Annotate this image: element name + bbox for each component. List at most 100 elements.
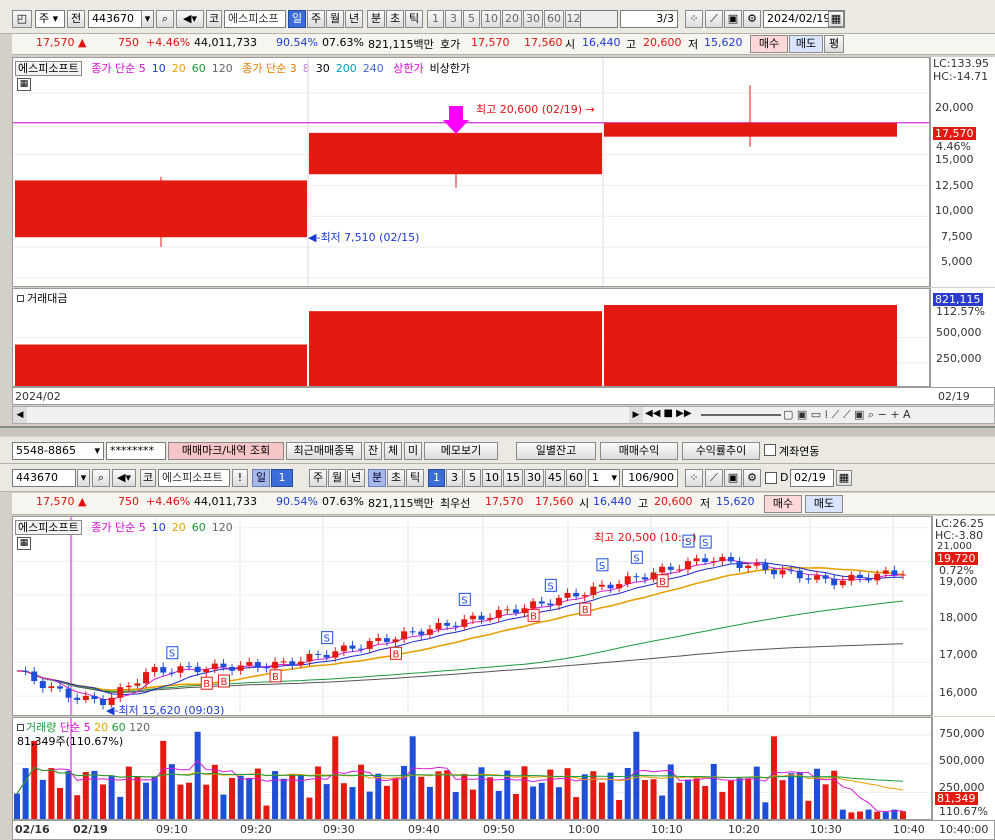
interval-45-2[interactable]: 45 (545, 469, 565, 487)
gear-icon-2[interactable]: ⚙ (743, 469, 761, 487)
interval-n-input[interactable]: 1 ▾ (588, 469, 620, 487)
return-trend-button[interactable]: 수익률추이 (682, 442, 760, 460)
interval-10[interactable]: 10 (481, 10, 501, 28)
top-hc-label: HC:-14.71 (933, 70, 989, 83)
search-icon[interactable]: ⌕ (156, 10, 174, 28)
volume-bar (762, 802, 769, 819)
search-icon-2[interactable]: ⌕ (92, 469, 110, 487)
period-minute[interactable]: 분 (367, 10, 385, 28)
bottom-xaxis: 02/16 02/19 09:10 09:20 09:30 09:40 09:5… (12, 820, 995, 840)
save-icon-2[interactable]: ▣ (724, 469, 742, 487)
top-amount-pane[interactable]: 거래대금 (12, 288, 930, 387)
interval-30[interactable]: 30 (523, 10, 543, 28)
change-percent-2: +4.46% (146, 495, 191, 508)
interval-1[interactable]: 1 (427, 10, 444, 28)
gear-icon[interactable]: ⚙ (743, 10, 761, 28)
d-checkbox[interactable] (765, 472, 777, 484)
trade-amount: 821,115백만 (368, 38, 434, 51)
interval-1-2[interactable]: 1 (428, 469, 445, 487)
volume-bar (796, 772, 803, 819)
calendar-icon-2[interactable]: ▦ (836, 470, 852, 486)
period-month[interactable]: 월 (326, 10, 344, 28)
top-scroll-bar[interactable]: ◀ ▶ ◀◀ ■ ▶▶ ▢ ▣ ▭ ⁞ ⟋ ⟋ ▣ ⌕ − + A (12, 406, 995, 424)
legend-ma-2[interactable]: 종가 단순 5 (91, 521, 145, 534)
market-select[interactable]: 주 ▾ (35, 10, 65, 28)
balance-tab[interactable]: 잔 (364, 442, 382, 460)
buy-button[interactable]: 매수 (750, 35, 788, 53)
minute-candle-body (900, 574, 906, 576)
scroll-left-arrow[interactable]: ◀ (13, 407, 27, 423)
top-price-pane[interactable]: 에스피소프트 종가 단순 5 10 20 60 120 종가 단순 3 8 30 200 240… (12, 57, 930, 287)
period-month-2[interactable]: 월 (328, 469, 346, 487)
bottom-volume-pane[interactable]: 거래량 단순 5 20 60 120 81,349주(110.67%) (12, 717, 932, 820)
high-price: 20,600 (643, 36, 682, 49)
minute-candle-body (770, 569, 777, 575)
chart-tools-icons[interactable]: ▢ ▣ ▭ ⁞ ⟋ ⟋ ▣ ⌕ − + A (783, 408, 911, 422)
interval-60-2[interactable]: 60 (566, 469, 586, 487)
period-second-2[interactable]: 초 (387, 469, 405, 487)
daily-balance-button[interactable]: 일별잔고 (516, 442, 596, 460)
minute-candle-body (74, 697, 81, 700)
account-link-checkbox[interactable] (764, 444, 776, 456)
alert-button[interactable]: ! (232, 469, 248, 487)
period-minute-2[interactable]: 분 (368, 469, 386, 487)
interval-30-2[interactable]: 30 (524, 469, 544, 487)
account-select[interactable]: 5548-8865 ▾ (12, 442, 104, 460)
calendar-icon[interactable]: ▦ (828, 11, 844, 27)
password-input[interactable]: ******** (106, 442, 166, 460)
interval-20[interactable]: 20 (502, 10, 522, 28)
volume-bar (573, 797, 580, 819)
scroll-right-arrow[interactable]: ▶ (629, 407, 643, 423)
candle-body (15, 180, 307, 238)
code-dropdown-icon-2[interactable]: ▾ (77, 469, 90, 487)
playback-controls[interactable]: ◀◀ ■ ▶▶ (645, 408, 692, 419)
bottom-price-pane[interactable]: SBBBSBSBSBSSBSS 에스피소프트 종가 단순 5 10 20 60 120 … (12, 516, 932, 716)
trade-mark-buy: B (392, 649, 399, 660)
zoom-slider[interactable] (701, 414, 781, 416)
pending-tab[interactable]: 미 (404, 442, 422, 460)
compare-icon-2[interactable]: ⟋ (705, 469, 723, 487)
memo-button[interactable]: 메모보기 (424, 442, 498, 460)
period-second[interactable]: 초 (386, 10, 404, 28)
chart-type-icon[interactable]: ◰ (12, 10, 32, 28)
interval-3[interactable]: 3 (445, 10, 462, 28)
bid-price-2: 17,560 (535, 495, 574, 508)
sound-icon[interactable]: ◀▾ (176, 10, 204, 28)
trade-mark-tab[interactable]: 매매마크/내역 조회 (168, 442, 284, 460)
fill-tab[interactable]: 체 (384, 442, 402, 460)
sound-icon-2[interactable]: ◀▾ (112, 469, 136, 487)
recent-trades-tab[interactable]: 최근매매종목 (286, 442, 362, 460)
period-year-2[interactable]: 년 (347, 469, 365, 487)
interval-5[interactable]: 5 (463, 10, 480, 28)
period-day[interactable]: 일 (288, 10, 306, 28)
period-week-2[interactable]: 주 (309, 469, 327, 487)
sell-button-2[interactable]: 매도 (805, 495, 843, 513)
stock-code-input-2[interactable]: 443670 (12, 469, 76, 487)
date-input-2[interactable]: 02/19 (790, 469, 834, 487)
trade-profit-button[interactable]: 매매수익 (600, 442, 678, 460)
save-icon[interactable]: ▣ (724, 10, 742, 28)
interval-15-2[interactable]: 15 (503, 469, 523, 487)
bottom-high-annotation: 최고 20,500 (10:...) (594, 531, 697, 544)
compare-icon[interactable]: ⟋ (705, 10, 723, 28)
mode-button[interactable]: 전 (67, 10, 85, 28)
period-year[interactable]: 년 (345, 10, 363, 28)
period-week[interactable]: 주 (307, 10, 325, 28)
interval-60[interactable]: 60 (544, 10, 564, 28)
legend-stock-name-2[interactable]: 에스피소프트 (15, 520, 82, 535)
interval-input[interactable] (580, 10, 618, 28)
grid-icon[interactable]: ⁘ (685, 10, 703, 28)
period-tick[interactable]: 틱 (405, 10, 423, 28)
interval-5-2[interactable]: 5 (464, 469, 481, 487)
buy-button-2[interactable]: 매수 (764, 495, 802, 513)
interval-3-2[interactable]: 3 (446, 469, 463, 487)
table-toggle-icon-2[interactable]: ▦ (17, 537, 31, 550)
sell-button[interactable]: 매도 (789, 35, 823, 53)
period-day-count[interactable]: 1 (271, 469, 293, 487)
period-tick-2[interactable]: 틱 (406, 469, 424, 487)
grid-icon-2[interactable]: ⁘ (685, 469, 703, 487)
code-dropdown-icon[interactable]: ▾ (141, 10, 154, 28)
flat-button[interactable]: 평 (824, 35, 844, 53)
period-day-2[interactable]: 일 (252, 469, 270, 487)
interval-10-2[interactable]: 10 (482, 469, 502, 487)
